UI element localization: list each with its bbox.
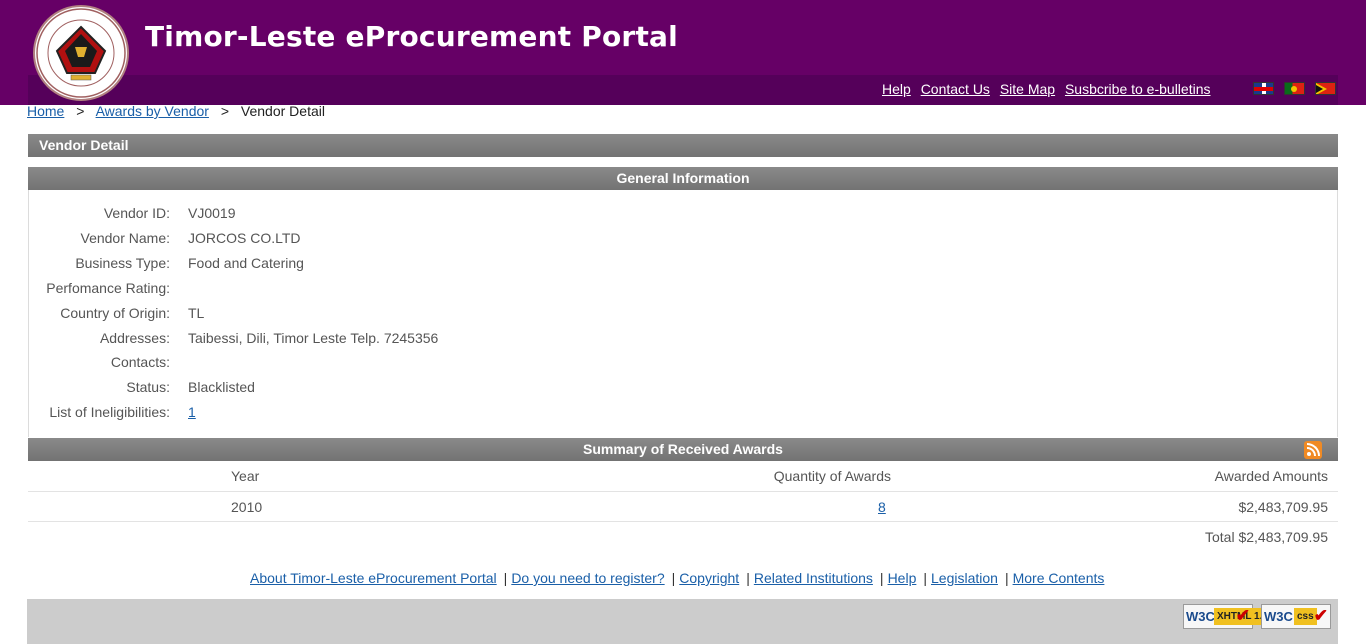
w3c-xhtml-badge[interactable]: W3C XHTML 1.0 ✔ — [1183, 604, 1271, 629]
amount-cell: $2,483,709.95 — [1238, 499, 1328, 515]
legislation-link[interactable]: Legislation — [931, 570, 998, 586]
vendor-name-value: JORCOS CO.LTD — [188, 230, 301, 246]
about-portal-link[interactable]: About Timor-Leste eProcurement Portal — [250, 570, 497, 586]
contact-us-link[interactable]: Contact Us — [921, 81, 990, 97]
w3c-css-badge[interactable]: W3C css ✔ — [1261, 604, 1331, 629]
breadcrumb-home-link[interactable]: Home — [27, 103, 64, 119]
general-information-bar: General Information — [28, 167, 1338, 190]
footer-separator: | — [671, 570, 676, 586]
country-of-origin-label: Country of Origin: — [60, 305, 170, 321]
breadcrumb-awards-link[interactable]: Awards by Vendor — [96, 103, 209, 119]
business-type-value: Food and Catering — [188, 255, 304, 271]
info-row-vendor-name: Vendor Name: JORCOS CO.LTD — [29, 230, 1329, 250]
amount-column-header: Awarded Amounts — [1214, 468, 1328, 484]
quantity-link[interactable]: 8 — [878, 499, 886, 515]
performance-rating-label: Perfomance Rating: — [46, 280, 170, 296]
info-row-business-type: Business Type: Food and Catering — [29, 255, 1329, 275]
vendor-id-label: Vendor ID: — [103, 205, 170, 221]
vendor-detail-bar: Vendor Detail — [28, 134, 1338, 157]
info-row-performance-rating: Perfomance Rating: — [29, 280, 1329, 300]
vendor-id-value: VJ0019 — [188, 205, 236, 221]
quantity-column-header: Quantity of Awards — [773, 468, 891, 484]
info-row-vendor-id: Vendor ID: VJ0019 — [29, 205, 1329, 225]
vendor-name-label: Vendor Name: — [80, 230, 171, 246]
rss-feed-icon[interactable] — [1304, 441, 1322, 459]
uk-flag-icon[interactable] — [1253, 82, 1274, 95]
rdtl-seal-logo[interactable] — [33, 5, 129, 101]
breadcrumb-current: Vendor Detail — [240, 103, 325, 119]
year-column-header: Year — [231, 468, 260, 484]
footer-separator: | — [503, 570, 508, 586]
footer-separator: | — [1004, 570, 1009, 586]
breadcrumb-separator: > — [76, 103, 85, 119]
more-contents-link[interactable]: More Contents — [1013, 570, 1105, 586]
country-of-origin-value: TL — [188, 305, 205, 321]
summary-awards-bar: Summary of Received Awards — [28, 438, 1338, 461]
checkmark-icon: ✔ — [1313, 606, 1328, 625]
addresses-label: Addresses: — [99, 330, 170, 346]
info-row-addresses: Addresses: Taibessi, Dili, Timor Leste T… — [29, 330, 1329, 350]
checkmark-icon: ✔ — [1235, 606, 1250, 625]
w3c-logo-icon: W3C — [1186, 609, 1215, 624]
table-row: 2010 8 $2,483,709.95 — [28, 492, 1338, 522]
contacts-label: Contacts: — [110, 354, 170, 370]
footer-bar — [27, 599, 1338, 644]
general-information-panel: Vendor ID: VJ0019 Vendor Name: JORCOS CO… — [28, 190, 1338, 437]
info-row-country: Country of Origin: TL — [29, 305, 1329, 325]
site-map-link[interactable]: Site Map — [1000, 81, 1055, 97]
timor-leste-flag-icon[interactable] — [1314, 82, 1336, 95]
info-row-status: Status: Blacklisted — [29, 379, 1329, 399]
footer-separator: | — [746, 570, 750, 586]
related-institutions-link[interactable]: Related Institutions — [754, 570, 873, 586]
copyright-link[interactable]: Copyright — [679, 570, 739, 586]
footer-links: About Timor-Leste eProcurement Portal | Do… — [250, 570, 1104, 586]
site-title: Timor-Leste eProcurement Portal — [145, 20, 678, 53]
help-link[interactable]: Help — [882, 81, 911, 97]
breadcrumb-separator: > — [220, 103, 230, 119]
rdtl-seal-icon — [36, 8, 126, 98]
info-row-contacts: Contacts: — [29, 354, 1329, 374]
header-links: Help Contact Us Site Map Susbcribe to e-… — [882, 81, 1217, 99]
language-flags — [1253, 82, 1342, 98]
status-value: Blacklisted — [188, 379, 255, 395]
footer-separator: | — [879, 570, 884, 586]
subscribe-bulletins-link[interactable]: Susbcribe to e-bulletins — [1065, 81, 1211, 97]
footer-help-link[interactable]: Help — [888, 570, 917, 586]
portugal-flag-icon[interactable] — [1283, 82, 1305, 95]
summary-total-row: Total $2,483,709.95 — [28, 522, 1338, 552]
w3c-logo-icon: W3C — [1264, 609, 1293, 624]
status-label: Status: — [126, 379, 170, 395]
total-amount: Total $2,483,709.95 — [1205, 529, 1328, 545]
business-type-label: Business Type: — [75, 255, 170, 271]
footer-separator: | — [923, 570, 927, 586]
ineligibilities-label: List of Ineligibilities: — [49, 404, 170, 420]
ineligibilities-link[interactable]: 1 — [188, 404, 196, 420]
info-row-ineligibilities: List of Ineligibilities: 1 — [29, 404, 1329, 424]
addresses-value: Taibessi, Dili, Timor Leste Telp. 724535… — [188, 330, 439, 346]
breadcrumb: Home > Awards by Vendor > Vendor Detail — [27, 103, 325, 119]
register-link[interactable]: Do you need to register? — [511, 570, 664, 586]
year-cell: 2010 — [231, 499, 263, 515]
summary-table-header: Year Quantity of Awards Awarded Amounts — [28, 461, 1338, 492]
